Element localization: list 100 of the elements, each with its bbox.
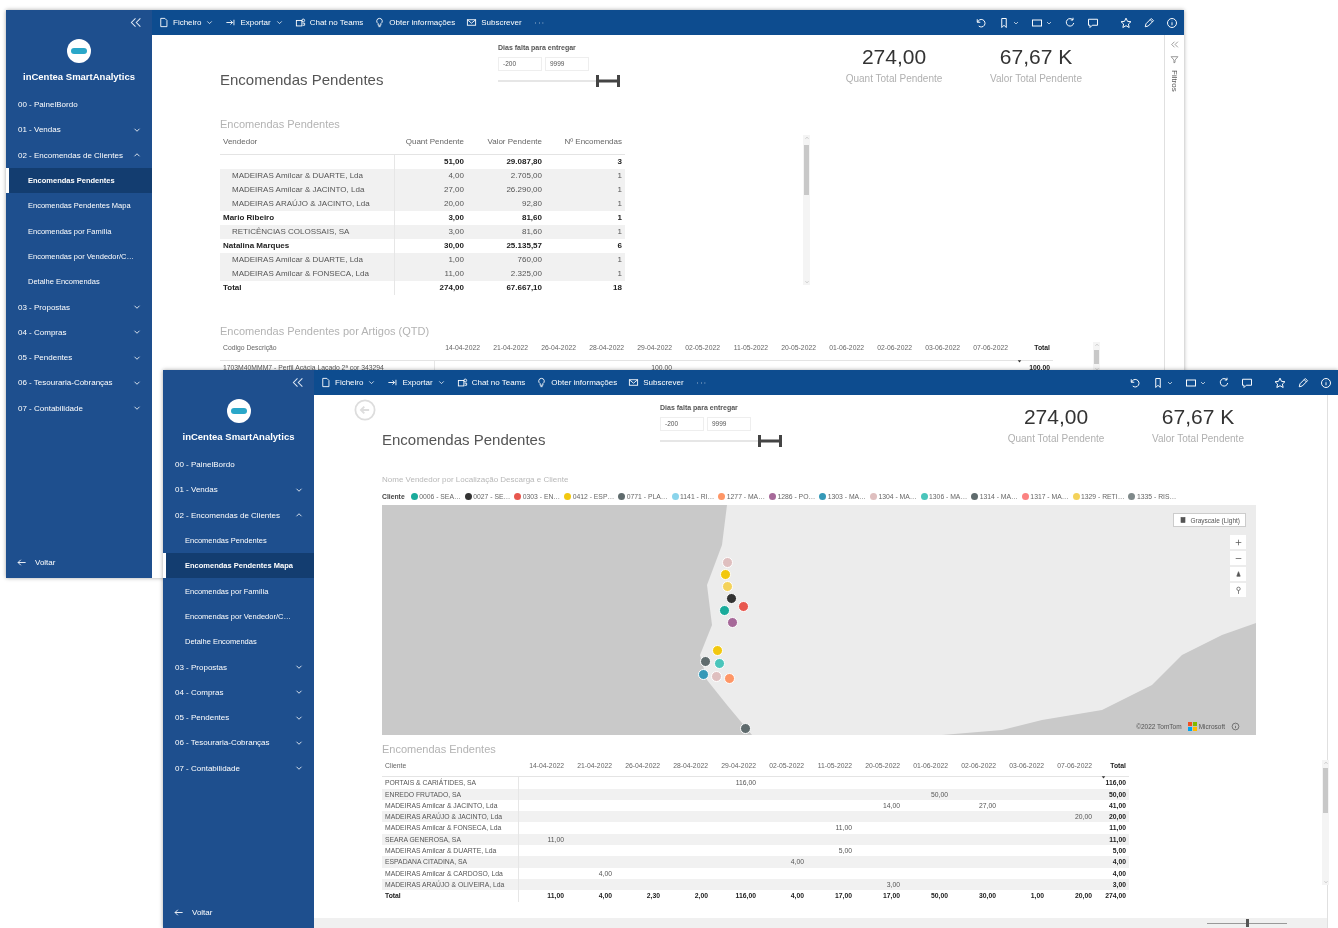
nav-item[interactable]: 01 - Vendas	[6, 117, 152, 143]
kpi-value: 274,00	[1023, 405, 1089, 429]
toolbar-button[interactable]: Subscrever	[466, 17, 522, 28]
refresh-button[interactable]	[1218, 376, 1230, 389]
rectangle-icon	[1185, 376, 1197, 389]
slider-handle[interactable]	[596, 74, 620, 88]
nav-item[interactable]: 06 - Tesouraria-Cobranças	[163, 730, 314, 756]
toolbar-button[interactable]: Chat no Teams	[456, 377, 526, 388]
pencil-icon	[1297, 376, 1309, 389]
bookmark-button[interactable]	[998, 16, 1020, 29]
back-link[interactable]: Voltar	[6, 557, 56, 578]
column-header[interactable]: Nº Encomendas	[545, 135, 625, 154]
info-icon[interactable]	[1231, 722, 1240, 731]
comment-icon	[1241, 376, 1253, 389]
export-icon	[387, 377, 399, 388]
nav-item[interactable]: 03 - Propostas	[163, 654, 314, 680]
info-button[interactable]	[1166, 16, 1178, 29]
bookmark-button[interactable]	[1152, 376, 1174, 389]
rectangle-button[interactable]	[1031, 16, 1053, 29]
scrollbar[interactable]	[803, 135, 810, 285]
nav-item[interactable]: 05 - Pendentes	[6, 344, 152, 371]
visual-title: Encomendas Endentes	[382, 743, 497, 755]
column-header[interactable]: Valor Pendente	[467, 135, 545, 154]
lightbulb-icon	[374, 17, 386, 28]
zoom-in-button[interactable]	[1230, 535, 1246, 549]
toolbar-button[interactable]: Obter informações	[374, 17, 456, 28]
column-header[interactable]: Vendedor	[220, 135, 395, 154]
back-arrow-icon	[173, 907, 184, 918]
nav-item[interactable]: 00 - PainelBordo	[6, 92, 152, 118]
toolbar-button[interactable]: Exportar	[387, 377, 446, 388]
table-cell-text: 26.290,00	[505, 184, 543, 196]
info-button[interactable]	[1320, 376, 1332, 389]
star-button[interactable]	[1274, 376, 1286, 389]
kpi-label: Valor Total Pendente	[990, 73, 1082, 84]
toolbar-button[interactable]: Ficheiro	[158, 17, 215, 28]
table-cell-text: 1	[616, 212, 623, 224]
bookmark-icon	[1152, 376, 1164, 389]
layers-icon	[1178, 516, 1187, 524]
table-cell-text: 20,00	[442, 198, 465, 210]
scrollbar[interactable]	[1322, 760, 1329, 885]
pencil-button[interactable]	[1143, 16, 1155, 29]
toolbar-button[interactable]: Obter informações	[536, 377, 618, 388]
row-label: MADEIRAS Amílcar & FONSECA, Lda	[220, 267, 395, 281]
info-icon	[1320, 376, 1332, 389]
toolbar-button[interactable]: Exportar	[225, 17, 284, 28]
range-slider[interactable]	[498, 74, 620, 88]
table-cell-text: 81,60	[520, 226, 543, 238]
table-cell-text: 92,80	[520, 198, 543, 210]
table-cell-text: 51,00	[442, 156, 465, 168]
column-header[interactable]: Quant Pendente	[395, 135, 467, 154]
nav-item[interactable]: 06 - Tesouraria-Cobranças	[6, 370, 152, 396]
scrollbar[interactable]	[1093, 342, 1100, 372]
range-slider[interactable]	[660, 434, 782, 448]
compass-button[interactable]	[1230, 567, 1246, 581]
zoom-slider[interactable]	[1207, 919, 1287, 927]
comment-button[interactable]	[1241, 376, 1253, 389]
table-cell-text: 3,00	[447, 212, 465, 224]
nav-item[interactable]: 05 - Pendentes	[163, 704, 314, 731]
undo-icon	[975, 16, 987, 29]
table-cell-text: 6	[616, 240, 623, 252]
nav-item[interactable]: 02 - Encomendas de Clientes	[163, 502, 314, 528]
nav-item[interactable]: 04 - Compras	[163, 679, 314, 705]
refresh-button[interactable]	[1064, 16, 1076, 29]
rectangle-icon	[1031, 16, 1043, 29]
location-button[interactable]	[1230, 583, 1246, 597]
table-cell-text: 27,00	[442, 184, 465, 196]
refresh-icon	[1064, 16, 1076, 29]
pencil-icon	[1143, 16, 1155, 29]
slider-handle[interactable]	[758, 434, 782, 448]
slider-thumb[interactable]	[1245, 919, 1249, 927]
visual-title: Encomendas Pendentes	[220, 118, 341, 130]
toolbar-button[interactable]: Subscrever	[628, 377, 684, 388]
table-cell-text: 2.705,00	[509, 170, 543, 182]
table-cell-text: 1	[616, 198, 623, 210]
rectangle-button[interactable]	[1185, 376, 1207, 389]
table-cell-text: 274,00	[438, 282, 465, 294]
toolbar-button[interactable]: Chat no Teams	[294, 17, 364, 28]
star-button[interactable]	[1120, 16, 1132, 29]
undo-button[interactable]	[975, 16, 987, 29]
nav-item[interactable]: 00 - PainelBordo	[163, 452, 314, 478]
map-pin[interactable]	[700, 656, 711, 667]
back-link[interactable]: Voltar	[163, 907, 213, 928]
map-pin[interactable]	[726, 593, 737, 604]
filters-tab[interactable]: Filtros	[1170, 70, 1179, 92]
nav-item[interactable]: 04 - Compras	[6, 319, 152, 345]
table-cell-text: 4,00	[447, 170, 465, 182]
table-cell-text: 11,00	[443, 268, 465, 280]
nav-item[interactable]: 02 - Encomendas de Clientes	[6, 142, 152, 168]
comment-button[interactable]	[1087, 16, 1099, 29]
nav-item[interactable]: 07 - Contabilidade	[6, 395, 152, 421]
nav-item[interactable]: 07 - Contabilidade	[163, 755, 314, 781]
nav-item[interactable]: 01 - Vendas	[163, 477, 314, 503]
nav-item[interactable]: 03 - Propostas	[6, 294, 152, 320]
kpi-label: Valor Total Pendente	[1152, 433, 1244, 444]
map-pin[interactable]	[740, 723, 751, 734]
pencil-button[interactable]	[1297, 376, 1309, 389]
toolbar-button[interactable]: Ficheiro	[320, 377, 377, 388]
table-cell-text: 3,00	[447, 226, 465, 238]
undo-button[interactable]	[1129, 376, 1141, 389]
scroll-up-icon	[1322, 760, 1329, 766]
